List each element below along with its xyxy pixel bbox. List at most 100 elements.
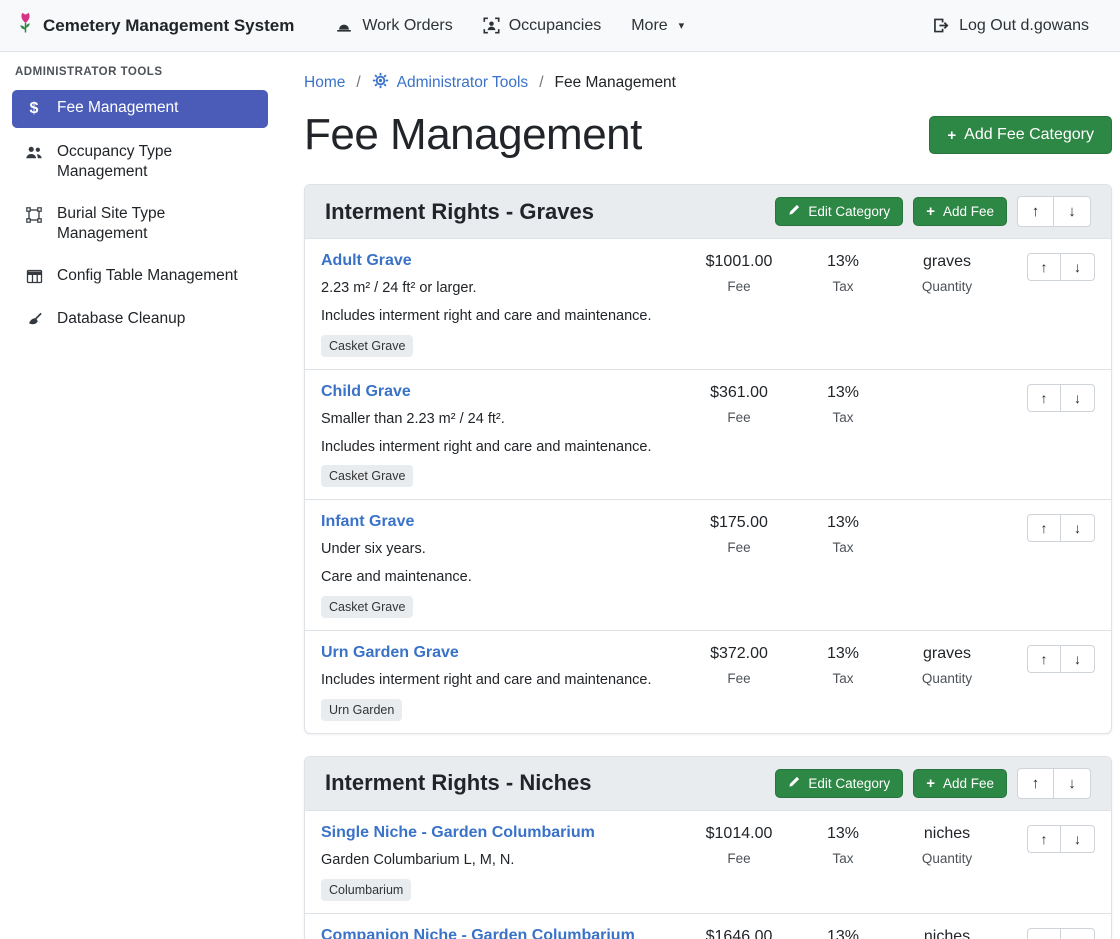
arrow-up-icon: ↑ <box>1041 651 1048 667</box>
fee-name-link[interactable]: Single Niche - Garden Columbarium <box>321 824 595 842</box>
fee-amount: $175.00 <box>683 514 795 532</box>
fee-description: Garden Columbarium L, M, N. <box>321 851 677 870</box>
tax-column: 13% Tax <box>795 824 891 866</box>
fee-reorder-group: ↑ ↓ <box>1003 644 1095 673</box>
move-fee-up-button[interactable]: ↑ <box>1027 514 1061 542</box>
edit-category-button[interactable]: Edit Category <box>775 769 903 798</box>
move-category-up-button[interactable]: ↑ <box>1017 196 1054 227</box>
quantity-column: graves Quantity <box>891 252 1003 294</box>
fee-amount-label: Fee <box>683 279 795 294</box>
move-category-down-button[interactable]: ↓ <box>1054 196 1091 227</box>
nav-more-menu[interactable]: More ▾ <box>616 9 699 43</box>
category-header: Interment Rights - Graves Edit Category … <box>305 185 1111 239</box>
breadcrumb-admin-tools-link[interactable]: Administrator Tools <box>372 72 529 94</box>
quantity-value: graves <box>891 253 1003 271</box>
quantity-column: niches Quantity <box>891 927 1003 939</box>
fee-description: Smaller than 2.23 m² / 24 ft². <box>321 410 677 429</box>
dollar-icon: $ <box>24 99 44 120</box>
plus-icon: + <box>947 128 956 143</box>
tax-value: 13% <box>795 253 891 271</box>
category-title: Interment Rights - Graves <box>325 199 765 225</box>
add-fee-button[interactable]: + Add Fee <box>913 197 1007 226</box>
quantity-value: niches <box>891 825 1003 843</box>
category-header: Interment Rights - Niches Edit Category … <box>305 757 1111 811</box>
add-fee-button[interactable]: + Add Fee <box>913 769 1007 798</box>
nav-more-label: More <box>631 17 667 35</box>
nav-work-orders-label: Work Orders <box>362 17 452 35</box>
fee-amount: $1001.00 <box>683 253 795 271</box>
move-fee-down-button[interactable]: ↓ <box>1061 384 1095 412</box>
arrow-down-icon: ↓ <box>1074 390 1081 406</box>
nav-occupancies[interactable]: Occupancies <box>468 9 617 43</box>
fee-name-link[interactable]: Urn Garden Grave <box>321 644 459 662</box>
person-bounding-box-icon <box>483 17 500 34</box>
move-category-down-button[interactable]: ↓ <box>1054 768 1091 799</box>
tax-value: 13% <box>795 825 891 843</box>
breadcrumb-home-link[interactable]: Home <box>304 74 345 92</box>
edit-category-button[interactable]: Edit Category <box>775 197 903 226</box>
fee-name-link[interactable]: Adult Grave <box>321 252 412 270</box>
arrow-up-icon: ↑ <box>1041 259 1048 275</box>
arrow-up-icon: ↑ <box>1041 831 1048 847</box>
category-reorder-group: ↑ ↓ <box>1017 196 1091 227</box>
sidebar-heading: ADMINISTRATOR TOOLS <box>12 66 268 90</box>
move-fee-down-button[interactable]: ↓ <box>1061 514 1095 542</box>
fee-row-companion-niche: Companion Niche - Garden Columbarium Gar… <box>305 914 1111 939</box>
fee-name-link[interactable]: Companion Niche - Garden Columbarium <box>321 927 635 939</box>
arrow-down-icon: ↓ <box>1074 831 1081 847</box>
quantity-column <box>891 513 1003 514</box>
logout-icon <box>932 17 950 34</box>
fee-name-link[interactable]: Child Grave <box>321 383 411 401</box>
tax-label: Tax <box>795 540 891 555</box>
move-category-up-button[interactable]: ↑ <box>1017 768 1054 799</box>
fee-amount: $372.00 <box>683 645 795 663</box>
arrow-down-icon: ↓ <box>1068 203 1076 220</box>
quantity-label: Quantity <box>891 671 1003 686</box>
move-fee-up-button[interactable]: ↑ <box>1027 928 1061 939</box>
tax-label: Tax <box>795 410 891 425</box>
fee-amount: $1014.00 <box>683 825 795 843</box>
sidebar-item-fee-management[interactable]: $ Fee Management <box>12 90 268 128</box>
add-fee-category-button[interactable]: + Add Fee Category <box>929 116 1112 154</box>
sidebar-item-burial-site-type-management[interactable]: Burial Site Type Management <box>12 196 268 252</box>
move-fee-up-button[interactable]: ↑ <box>1027 645 1061 673</box>
tax-label: Tax <box>795 851 891 866</box>
move-fee-down-button[interactable]: ↓ <box>1061 825 1095 853</box>
pencil-icon <box>788 204 800 219</box>
sidebar-item-label: Occupancy Type Management <box>57 142 256 182</box>
tax-column: 13% Tax <box>795 927 891 939</box>
brand-home-link[interactable]: Cemetery Management System <box>16 11 294 40</box>
sidebar-item-config-table-management[interactable]: Config Table Management <box>12 258 268 294</box>
move-fee-up-button[interactable]: ↑ <box>1027 825 1061 853</box>
fee-amount-column: $1001.00 Fee <box>683 252 795 294</box>
chevron-down-icon: ▾ <box>679 19 685 32</box>
logout-label: Log Out d.gowans <box>959 17 1089 35</box>
quantity-column <box>891 383 1003 384</box>
breadcrumb: Home / Administrator Tools / <box>304 64 1112 94</box>
sidebar-item-label: Fee Management <box>57 98 179 118</box>
fee-type-badge: Urn Garden <box>321 699 402 721</box>
fee-amount-column: $1646.00 Fee <box>683 927 795 939</box>
tax-column: 13% Tax <box>795 383 891 425</box>
quantity-label: Quantity <box>891 851 1003 866</box>
fee-row-child-grave: Child Grave Smaller than 2.23 m² / 24 ft… <box>305 370 1111 501</box>
move-fee-up-button[interactable]: ↑ <box>1027 253 1061 281</box>
sidebar-item-occupancy-type-management[interactable]: Occupancy Type Management <box>12 134 268 190</box>
move-fee-down-button[interactable]: ↓ <box>1061 928 1095 939</box>
fee-description: Includes interment right and care and ma… <box>321 307 677 326</box>
move-fee-down-button[interactable]: ↓ <box>1061 645 1095 673</box>
arrow-down-icon: ↓ <box>1074 259 1081 275</box>
tax-column: 13% Tax <box>795 644 891 686</box>
fee-row-urn-garden-grave: Urn Garden Grave Includes interment righ… <box>305 631 1111 733</box>
page-title: Fee Management <box>304 110 642 160</box>
fee-name-link[interactable]: Infant Grave <box>321 513 414 531</box>
breadcrumb-separator: / <box>539 74 543 92</box>
logout-button[interactable]: Log Out d.gowans <box>917 9 1104 43</box>
nav-occupancies-label: Occupancies <box>509 17 602 35</box>
move-fee-down-button[interactable]: ↓ <box>1061 253 1095 281</box>
tax-value: 13% <box>795 384 891 402</box>
fee-amount-column: $1014.00 Fee <box>683 824 795 866</box>
sidebar-item-database-cleanup[interactable]: Database Cleanup <box>12 301 268 337</box>
nav-work-orders[interactable]: Work Orders <box>320 9 467 43</box>
move-fee-up-button[interactable]: ↑ <box>1027 384 1061 412</box>
